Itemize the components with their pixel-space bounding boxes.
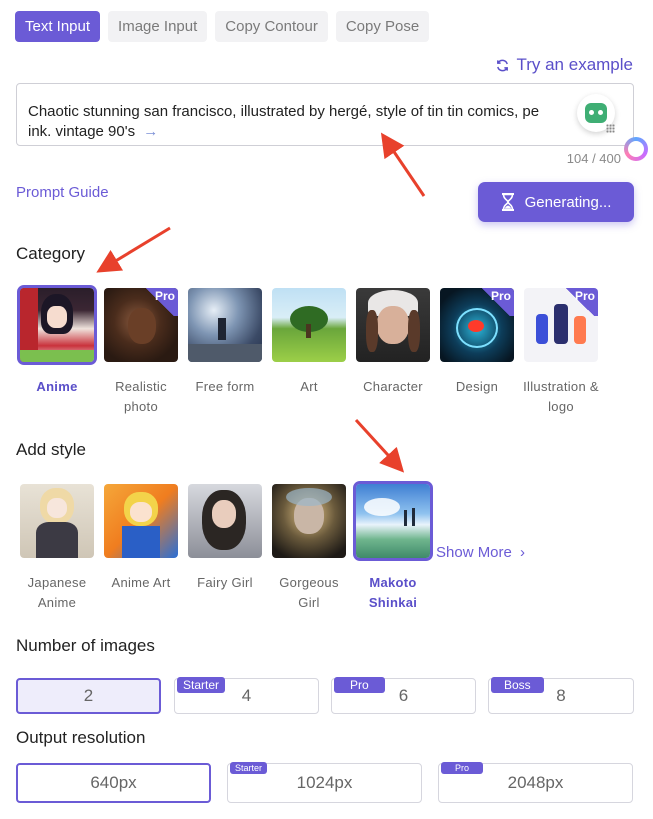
- category-label-free-form: Free form: [195, 379, 255, 394]
- chevron-right-icon: ›: [520, 544, 526, 561]
- show-more-styles-link[interactable]: Show More ›: [436, 544, 525, 561]
- image-count-option-6[interactable]: Pro 6: [331, 677, 476, 714]
- annotation-arrow-category: [96, 226, 171, 273]
- style-thumb-makoto-shinkai: [353, 481, 433, 561]
- pro-badge: Pro: [142, 288, 178, 316]
- resolution-option-2048[interactable]: Pro 2048px: [438, 762, 633, 803]
- annotation-arrow-style: [354, 418, 405, 473]
- prompt-expand-arrow[interactable]: →: [143, 123, 158, 140]
- prompt-text-line2: ink. vintage 90's: [28, 123, 136, 140]
- robot-icon: [585, 103, 607, 123]
- prompt-text-line1: Chaotic stunning san francisco, illustra…: [28, 103, 540, 120]
- generate-button-label: Generating...: [524, 193, 612, 211]
- tab-image-input[interactable]: Image Input: [108, 11, 208, 42]
- style-thumb-anime-art: [104, 484, 178, 558]
- category-item-realistic-photo[interactable]: Pro Realistic photo: [99, 288, 183, 417]
- hourglass-icon: [501, 193, 514, 211]
- style-item-fairy-girl[interactable]: Fairy Girl: [183, 484, 267, 613]
- category-label-illustration-logo: Illustration & logo: [523, 379, 599, 414]
- category-item-character[interactable]: Character: [351, 288, 435, 417]
- pro-badge: Pro: [478, 288, 514, 316]
- tab-copy-pose[interactable]: Copy Pose: [335, 11, 430, 42]
- category-label-design: Design: [455, 379, 499, 394]
- show-more-label: Show More: [436, 544, 512, 561]
- resolution-value: 2048px: [507, 773, 564, 792]
- style-thumb-japanese-anime: [20, 484, 94, 558]
- category-item-illustration-logo[interactable]: Pro Illustration & logo: [519, 288, 603, 417]
- resolution-option-1024[interactable]: Starter 1024px: [227, 762, 422, 803]
- style-label-gorgeous-girl: Gorgeous Girl: [279, 575, 339, 610]
- plan-tag-starter: Starter: [177, 677, 226, 693]
- generate-button[interactable]: Generating...: [478, 182, 634, 222]
- category-title: Category: [16, 244, 85, 263]
- category-label-art: Art: [300, 379, 318, 394]
- category-thumb-free-form: [188, 288, 262, 362]
- category-thumb-realistic-photo: Pro: [104, 288, 178, 362]
- category-item-anime[interactable]: Anime: [15, 285, 99, 417]
- resolution-option-640[interactable]: 640px: [16, 763, 211, 803]
- try-example-label: Try an example: [516, 55, 633, 74]
- category-thumb-illustration-logo: Pro: [524, 288, 598, 362]
- plan-tag-starter: Starter: [230, 762, 268, 774]
- image-count-value: 8: [556, 686, 566, 705]
- output-resolution-title: Output resolution: [16, 728, 146, 747]
- category-thumb-anime: [17, 285, 97, 365]
- plan-tag-boss: Boss: [491, 677, 544, 693]
- category-item-free-form[interactable]: Free form: [183, 288, 267, 417]
- style-label-anime-art: Anime Art: [111, 575, 171, 590]
- style-item-makoto-shinkai[interactable]: Makoto Shinkai: [351, 481, 435, 613]
- category-list: Anime Pro Realistic photo Free form Art …: [15, 285, 603, 417]
- pro-badge: Pro: [562, 288, 598, 316]
- category-thumb-design: Pro: [440, 288, 514, 362]
- category-item-design[interactable]: Pro Design: [435, 288, 519, 417]
- category-item-art[interactable]: Art: [267, 288, 351, 417]
- style-thumb-gorgeous-girl: [272, 484, 346, 558]
- tab-copy-contour[interactable]: Copy Contour: [215, 11, 328, 42]
- plan-tag-pro: Pro: [334, 677, 385, 693]
- prompt-input[interactable]: Chaotic stunning san francisco, illustra…: [16, 83, 634, 146]
- tab-text-input[interactable]: Text Input: [15, 11, 101, 42]
- resolution-value: 640px: [90, 773, 137, 792]
- add-style-title: Add style: [16, 440, 86, 459]
- category-label-character: Character: [363, 379, 423, 394]
- style-label-fairy-girl: Fairy Girl: [197, 575, 253, 590]
- resize-handle-icon[interactable]: [606, 124, 615, 133]
- image-count-option-2[interactable]: 2: [16, 678, 161, 714]
- annotation-arrow-prompt: [380, 132, 426, 197]
- style-item-japanese-anime[interactable]: Japanese Anime: [15, 484, 99, 613]
- try-example-link[interactable]: Try an example: [495, 55, 633, 75]
- style-thumb-fairy-girl: [188, 484, 262, 558]
- style-label-makoto-shinkai: Makoto Shinkai: [368, 575, 418, 610]
- image-count-value: 2: [83, 686, 94, 705]
- assistant-orb-icon[interactable]: [624, 137, 648, 161]
- style-list: Japanese Anime Anime Art Fairy Girl Gorg…: [15, 481, 435, 613]
- image-count-option-8[interactable]: Boss 8: [488, 677, 634, 714]
- image-count-option-4[interactable]: Starter 4: [174, 677, 319, 714]
- style-label-japanese-anime: Japanese Anime: [27, 575, 87, 610]
- number-of-images-title: Number of images: [16, 636, 155, 655]
- refresh-icon: [497, 59, 509, 71]
- image-count-value: 4: [241, 686, 252, 705]
- plan-tag-pro: Pro: [441, 762, 484, 774]
- category-label-anime: Anime: [36, 379, 78, 394]
- image-count-value: 6: [398, 686, 409, 705]
- category-thumb-art: [272, 288, 346, 362]
- style-item-gorgeous-girl[interactable]: Gorgeous Girl: [267, 484, 351, 613]
- category-thumb-character: [356, 288, 430, 362]
- style-item-anime-art[interactable]: Anime Art: [99, 484, 183, 613]
- category-label-realistic-photo: Realistic photo: [115, 379, 167, 414]
- prompt-char-counter: 104 / 400: [566, 151, 621, 166]
- prompt-guide-link[interactable]: Prompt Guide: [16, 184, 109, 201]
- resolution-value: 1024px: [296, 773, 353, 792]
- input-mode-tabs: Text Input Image Input Copy Contour Copy…: [15, 11, 430, 42]
